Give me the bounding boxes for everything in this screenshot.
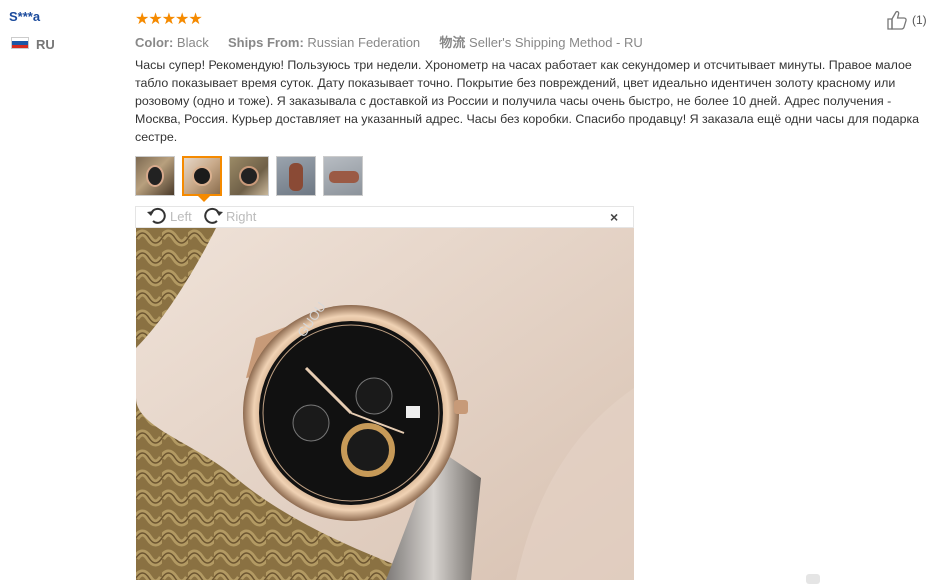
shipping-method-label: 物流 [439,35,466,50]
reviewer-country: RU [36,37,55,52]
rotate-left-button[interactable]: Left [146,206,192,226]
order-meta: Color: Black Ships From: Russian Federat… [135,32,643,51]
thumbnail-photo-3[interactable] [229,156,269,196]
thumbnail-photo-4[interactable] [276,156,316,196]
helpful-count: (1) [912,13,927,27]
color-value: Black [176,35,209,50]
helpful-button[interactable]: (1) [886,10,927,30]
watch-photo-image: GUOU [136,228,634,580]
rotate-right-label: Right [226,208,257,224]
thumbnail-photo-2[interactable] [182,156,222,196]
close-viewer-button[interactable]: × [610,209,618,225]
star-rating: ★★★★★ [135,11,203,28]
shipping-method-value: Seller's Shipping Method - RU [469,35,643,50]
reviewer-name[interactable]: S***a [9,9,40,24]
scroll-corner [806,574,820,584]
rotate-left-label: Left [170,208,192,224]
active-thumbnail-indicator [198,196,210,202]
thumbnail-photo-5[interactable] [323,156,363,196]
thumbs-up-icon [887,10,907,30]
photo-thumbnails [135,156,363,196]
review-photo: GUOU [136,228,634,580]
review-text: Часы супер! Рекомендую! Пользуюсь три не… [135,58,920,144]
rotate-right-button[interactable]: Right [202,206,256,226]
ships-from-label: Ships From: [227,35,304,50]
rotate-right-icon [204,207,223,224]
thumbnail-photo-1[interactable] [135,156,175,196]
russia-flag-icon [11,37,29,49]
color-label: Color: [135,35,174,50]
rotate-left-icon [147,207,166,224]
ships-from-value: Russian Federation [307,35,421,50]
